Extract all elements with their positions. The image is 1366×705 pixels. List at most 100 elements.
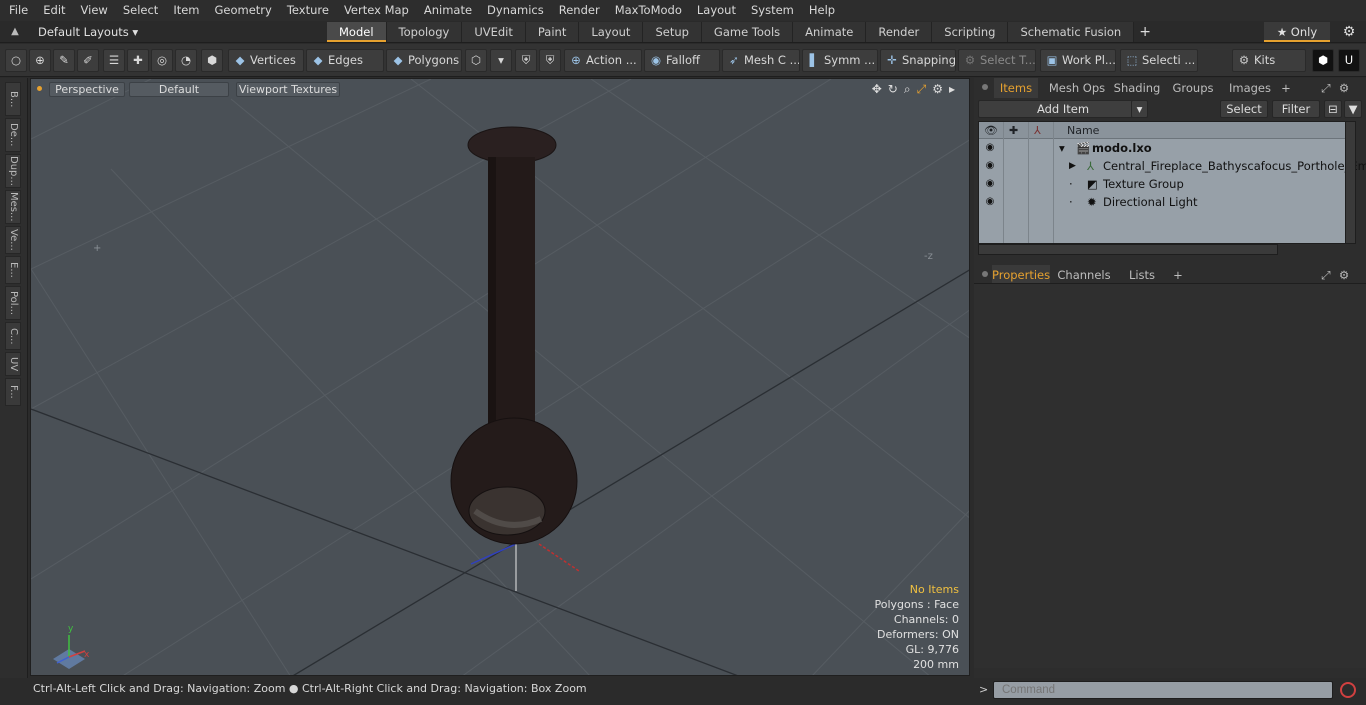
tab-items[interactable]: Items [994, 78, 1038, 98]
vtab-vertex[interactable]: Ve... [5, 226, 21, 254]
eye-icon[interactable]: ◉ [983, 195, 997, 209]
menu-system[interactable]: System [745, 0, 800, 21]
viewport-gear-icon[interactable]: ⚙ [932, 82, 943, 97]
menu-dynamics[interactable]: Dynamics [481, 0, 550, 21]
gear-icon[interactable]: ⚙ [1338, 22, 1360, 42]
props-add-tab-button[interactable]: + [1170, 265, 1186, 285]
mesh-constraint-button[interactable]: ➶ Mesh C ... [722, 49, 800, 72]
eye-icon[interactable]: ◉ [983, 159, 997, 173]
menu-texture[interactable]: Texture [281, 0, 335, 21]
tree-row-directional-light[interactable]: ◉ · ✹ Directional Light [979, 193, 1347, 211]
brush-icon[interactable]: ✐ [77, 49, 99, 72]
tab-layout[interactable]: Layout [579, 22, 644, 42]
menu-select[interactable]: Select [117, 0, 164, 21]
vtab-polygon[interactable]: Pol... [5, 286, 21, 320]
add-item-button[interactable]: Add Item [978, 100, 1148, 118]
work-plane-button[interactable]: ▣ Work Pl... [1040, 49, 1116, 72]
selection-sets-button[interactable]: ⬚ Selecti ... [1120, 49, 1198, 72]
tab-channels[interactable]: Channels [1056, 265, 1112, 285]
viewport-textures-dropdown[interactable]: Viewport Textures [236, 82, 340, 97]
chevron-down-icon[interactable]: ▾ [490, 49, 512, 72]
collapse-icon[interactable]: ⊟ [1324, 100, 1342, 118]
add-tab-button[interactable]: + [1134, 22, 1156, 42]
command-input[interactable] [993, 681, 1333, 699]
lock-column-icon[interactable]: ✚ [1009, 122, 1018, 139]
tab-render[interactable]: Render [866, 22, 933, 42]
symmetry-shield-icon[interactable]: ⛨ [515, 49, 537, 72]
center-icon[interactable]: ✚ [127, 49, 149, 72]
tab-images[interactable]: Images [1224, 78, 1276, 98]
funnel-icon[interactable]: ▼ [1344, 100, 1362, 118]
item-mode-icon[interactable]: ⬢ [201, 49, 223, 72]
tab-paint[interactable]: Paint [525, 22, 580, 42]
select-button[interactable]: Select [1220, 100, 1268, 118]
3d-viewport[interactable]: + -z y x Perspective Default Viewport Te… [30, 78, 970, 676]
tab-properties[interactable]: Properties [992, 265, 1050, 285]
cube-icon[interactable]: ⬢ [1312, 49, 1334, 72]
polygons-button[interactable]: ◆ Polygons [386, 49, 462, 72]
panel-menu-dot-icon[interactable] [982, 84, 988, 90]
tab-scripting[interactable]: Scripting [932, 22, 1009, 42]
tree-row-mesh[interactable]: ◉ ▶ ⅄ Central_Fireplace_Bathyscafocus_Po… [979, 157, 1366, 175]
tab-topology[interactable]: Topology [386, 22, 463, 42]
visibility-column-eye-icon[interactable]: 👁 [984, 122, 998, 139]
vtab-curve[interactable]: C... [5, 322, 21, 350]
column-name[interactable]: Name [1067, 122, 1099, 139]
action-center-button[interactable]: ⊕ Action ... [564, 49, 642, 72]
tab-mesh-ops[interactable]: Mesh Ops [1044, 78, 1110, 98]
tab-uvedit[interactable]: UVEdit [462, 22, 526, 42]
menu-view[interactable]: View [75, 0, 114, 21]
menu-geometry[interactable]: Geometry [209, 0, 278, 21]
edges-button[interactable]: ◆ Edges [306, 49, 384, 72]
only-button[interactable]: ★ Only [1264, 22, 1330, 42]
tab-lists[interactable]: Lists [1120, 265, 1164, 285]
expand-arrow-icon[interactable]: ▾ [1059, 139, 1065, 157]
pen-icon[interactable]: ✎ [53, 49, 75, 72]
vtab-edge[interactable]: E... [5, 256, 21, 284]
default-layouts-dropdown[interactable]: Default Layouts ▾ [32, 23, 144, 41]
fit-icon[interactable]: ⤢ [917, 82, 927, 97]
eye-icon[interactable]: ◉ [983, 141, 997, 155]
tab-model[interactable]: Model [327, 22, 387, 42]
tab-groups[interactable]: Groups [1166, 78, 1220, 98]
menu-edit[interactable]: Edit [37, 0, 71, 21]
vtab-uv[interactable]: UV [5, 352, 21, 376]
move-view-icon[interactable]: ✥ [872, 82, 882, 97]
tree-vertical-scrollbar[interactable] [1345, 121, 1356, 244]
unreal-icon[interactable]: U [1338, 49, 1360, 72]
render-column-icon[interactable]: ⅄ [1034, 122, 1041, 139]
props-expand-icon[interactable]: ⤢ [1318, 265, 1334, 285]
align-icon[interactable]: ☰ [103, 49, 125, 72]
menu-render[interactable]: Render [553, 0, 606, 21]
menu-item[interactable]: Item [167, 0, 205, 21]
play-icon[interactable]: ▸ [949, 82, 955, 97]
add-item-chevron-icon[interactable]: ▾ [1131, 100, 1148, 118]
eye-icon[interactable]: ◉ [983, 177, 997, 191]
vertices-button[interactable]: ◆ Vertices [228, 49, 304, 72]
menu-animate[interactable]: Animate [418, 0, 478, 21]
vtab-deform[interactable]: De... [5, 118, 21, 152]
record-icon[interactable] [1340, 682, 1356, 698]
vtab-duplicate[interactable]: Dup... [5, 154, 21, 188]
menu-maxtomodo[interactable]: MaxToModo [609, 0, 688, 21]
items-gear-icon[interactable]: ⚙ [1336, 78, 1352, 98]
snapping-button[interactable]: ✛ Snapping [880, 49, 956, 72]
vtab-basic[interactable]: B... [5, 82, 21, 116]
shield-icon[interactable]: ⛨ [539, 49, 561, 72]
globe-icon[interactable]: ⊕ [29, 49, 51, 72]
select-through-button[interactable]: ⚙ Select T... [958, 49, 1036, 72]
filter-button[interactable]: Filter [1272, 100, 1320, 118]
tab-schematic-fusion[interactable]: Schematic Fusion [1008, 22, 1135, 42]
menu-vertex-map[interactable]: Vertex Map [338, 0, 415, 21]
fireplace-model[interactable] [450, 126, 578, 545]
tree-row-texture-group[interactable]: ◉ · ◩ Texture Group [979, 175, 1347, 193]
vtab-fusion[interactable]: F... [5, 378, 21, 406]
menu-help[interactable]: Help [803, 0, 841, 21]
items-expand-icon[interactable]: ⤢ [1318, 78, 1334, 98]
tab-shading[interactable]: Shading [1112, 78, 1162, 98]
kits-button[interactable]: ⚙ Kits [1232, 49, 1306, 72]
tab-game-tools[interactable]: Game Tools [701, 22, 794, 42]
items-add-tab-button[interactable]: + [1278, 78, 1294, 98]
tree-row-modo-lxo[interactable]: ◉ ▾ 🎬 modo.lxo [979, 139, 1347, 157]
expand-arrow-icon[interactable]: ▶ [1069, 157, 1076, 175]
